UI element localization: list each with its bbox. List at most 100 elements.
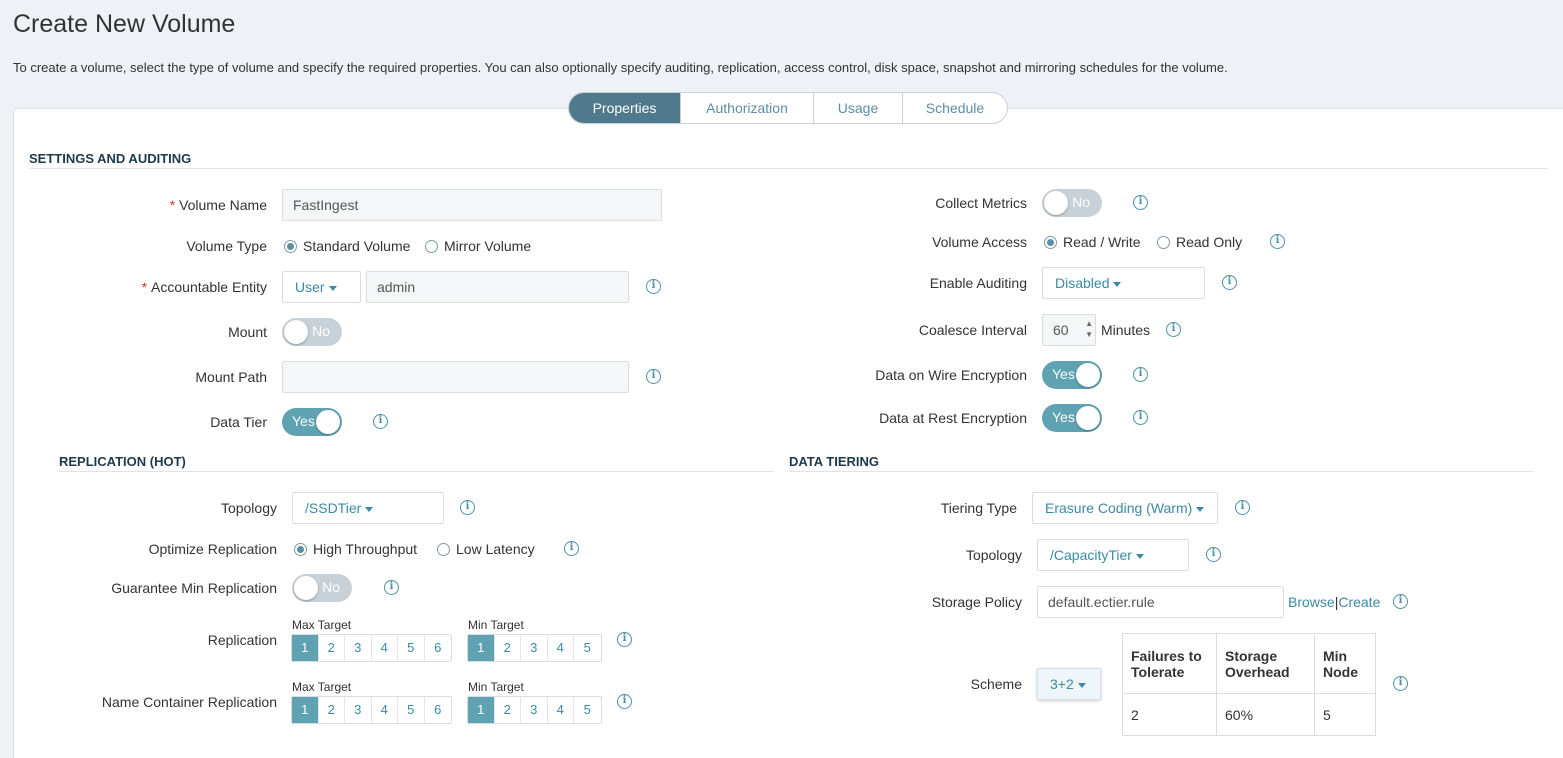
accountable-entity-input[interactable]: admin <box>366 271 629 303</box>
tab-authorization[interactable]: Authorization <box>681 93 814 123</box>
table-header-row: Failures to Tolerate Storage Overhead Mi… <box>1122 633 1376 694</box>
target-option[interactable]: 3 <box>521 635 548 661</box>
radio-low-latency[interactable]: Low Latency <box>437 541 535 557</box>
collect-metrics-label: Collect Metrics <box>935 195 1027 211</box>
target-option[interactable]: 1 <box>468 697 495 723</box>
target-option[interactable]: 2 <box>495 697 521 723</box>
column-header: Min Node <box>1314 633 1376 694</box>
mount-path-input[interactable] <box>282 361 629 393</box>
replication-min-target-selector: 1 2 3 4 5 <box>467 634 602 662</box>
info-icon[interactable]: i <box>1393 594 1408 609</box>
min-target-label: Min Target <box>468 680 524 694</box>
info-icon[interactable]: i <box>460 500 475 515</box>
target-option[interactable]: 2 <box>319 697 345 723</box>
info-icon[interactable]: i <box>1206 547 1221 562</box>
tiering-section-title: DATA TIERING <box>789 454 880 469</box>
radio-selected-icon <box>294 542 307 556</box>
storage-policy-input[interactable]: default.ectier.rule <box>1037 586 1284 618</box>
volume-name-input[interactable]: FastIngest <box>282 189 662 221</box>
scheme-dropdown[interactable]: 3+2 <box>1037 668 1101 700</box>
replication-section-title: REPLICATION (HOT) <box>59 454 186 469</box>
target-option[interactable]: 3 <box>345 635 372 661</box>
guarantee-min-replication-toggle[interactable]: No <box>292 574 352 602</box>
policy-links: Browse|Create <box>1288 594 1380 610</box>
radio-unselected-icon <box>425 239 438 253</box>
target-option[interactable]: 5 <box>398 697 425 723</box>
target-option[interactable]: 2 <box>495 635 521 661</box>
stepper-arrows-icon[interactable]: ▲ ▼ <box>1085 318 1093 340</box>
mount-toggle[interactable]: No <box>282 318 342 346</box>
tab-bar: Properties Authorization Usage Schedule <box>568 92 1008 124</box>
target-option[interactable]: 4 <box>548 697 574 723</box>
caret-down-icon <box>1077 682 1086 688</box>
caret-down-icon <box>365 506 374 512</box>
target-option[interactable]: 2 <box>319 635 345 661</box>
radio-high-throughput[interactable]: High Throughput <box>294 541 417 557</box>
info-icon[interactable]: i <box>1393 676 1408 691</box>
target-option[interactable]: 4 <box>372 697 398 723</box>
tiering-type-dropdown[interactable]: Erasure Coding (Warm) <box>1032 492 1218 524</box>
collect-metrics-toggle[interactable]: No <box>1042 189 1102 217</box>
info-icon[interactable]: i <box>1222 275 1237 290</box>
info-icon[interactable]: i <box>1235 500 1250 515</box>
replication-divider <box>59 471 774 472</box>
coalesce-interval-stepper[interactable]: 60 ▲ ▼ <box>1042 314 1096 346</box>
info-icon[interactable]: i <box>646 279 661 294</box>
mount-label: Mount <box>228 324 267 340</box>
info-icon[interactable]: i <box>384 580 399 595</box>
settings-section-title: SETTINGS AND AUDITING <box>29 151 192 166</box>
tiering-type-label: Tiering Type <box>940 500 1017 516</box>
wire-encryption-label: Data on Wire Encryption <box>875 367 1027 383</box>
target-option[interactable]: 1 <box>468 635 495 661</box>
info-icon[interactable]: i <box>1133 195 1148 210</box>
max-target-label: Max Target <box>292 618 352 632</box>
radio-read-only[interactable]: Read Only <box>1157 234 1242 250</box>
info-icon[interactable]: i <box>646 369 661 384</box>
create-link[interactable]: Create <box>1338 594 1380 610</box>
replication-max-target-selector: 1 2 3 4 5 6 <box>291 634 452 662</box>
radio-standard-volume[interactable]: Standard Volume <box>284 238 410 254</box>
scheme-label: Scheme <box>970 676 1022 692</box>
toggle-knob <box>1044 191 1068 215</box>
target-option[interactable]: 5 <box>574 697 601 723</box>
info-icon[interactable]: i <box>617 694 632 709</box>
replication-topology-label: Topology <box>220 500 277 516</box>
target-option[interactable]: 4 <box>372 635 398 661</box>
page-description: To create a volume, select the type of v… <box>13 60 1228 75</box>
info-icon[interactable]: i <box>1270 234 1285 249</box>
target-option[interactable]: 5 <box>398 635 425 661</box>
radio-read-write[interactable]: Read / Write <box>1044 234 1141 250</box>
info-icon[interactable]: i <box>564 541 579 556</box>
data-tier-toggle[interactable]: Yes <box>282 408 342 436</box>
target-option[interactable]: 5 <box>574 635 601 661</box>
auditing-dropdown[interactable]: Disabled <box>1042 267 1205 299</box>
tab-usage[interactable]: Usage <box>814 93 903 123</box>
target-option[interactable]: 3 <box>345 697 372 723</box>
target-option[interactable]: 4 <box>548 635 574 661</box>
rest-encryption-toggle[interactable]: Yes <box>1042 404 1102 432</box>
tab-properties[interactable]: Properties <box>569 93 681 123</box>
tiering-topology-dropdown[interactable]: /CapacityTier <box>1037 539 1189 571</box>
browse-link[interactable]: Browse <box>1288 594 1335 610</box>
info-icon[interactable]: i <box>1133 410 1148 425</box>
radio-mirror-volume[interactable]: Mirror Volume <box>425 238 531 254</box>
accountable-type-dropdown[interactable]: User <box>282 271 361 303</box>
optimize-replication-label: Optimize Replication <box>148 541 277 557</box>
data-tier-label: Data Tier <box>210 414 267 430</box>
info-icon[interactable]: i <box>1166 322 1181 337</box>
target-option[interactable]: 1 <box>292 635 319 661</box>
name-container-replication-label: Name Container Replication <box>101 694 277 710</box>
caret-down-icon <box>1113 281 1122 287</box>
target-option[interactable]: 3 <box>521 697 548 723</box>
tiering-topology-label: Topology <box>965 547 1022 563</box>
target-option[interactable]: 6 <box>425 635 452 661</box>
info-icon[interactable]: i <box>1133 367 1148 382</box>
table-row: 2 60% 5 <box>1122 693 1376 736</box>
target-option[interactable]: 6 <box>425 697 452 723</box>
tab-schedule[interactable]: Schedule <box>903 93 1007 123</box>
wire-encryption-toggle[interactable]: Yes <box>1042 361 1102 389</box>
info-icon[interactable]: i <box>373 414 388 429</box>
target-option[interactable]: 1 <box>292 697 319 723</box>
info-icon[interactable]: i <box>617 632 632 647</box>
replication-topology-dropdown[interactable]: /SSDTier <box>292 492 444 524</box>
